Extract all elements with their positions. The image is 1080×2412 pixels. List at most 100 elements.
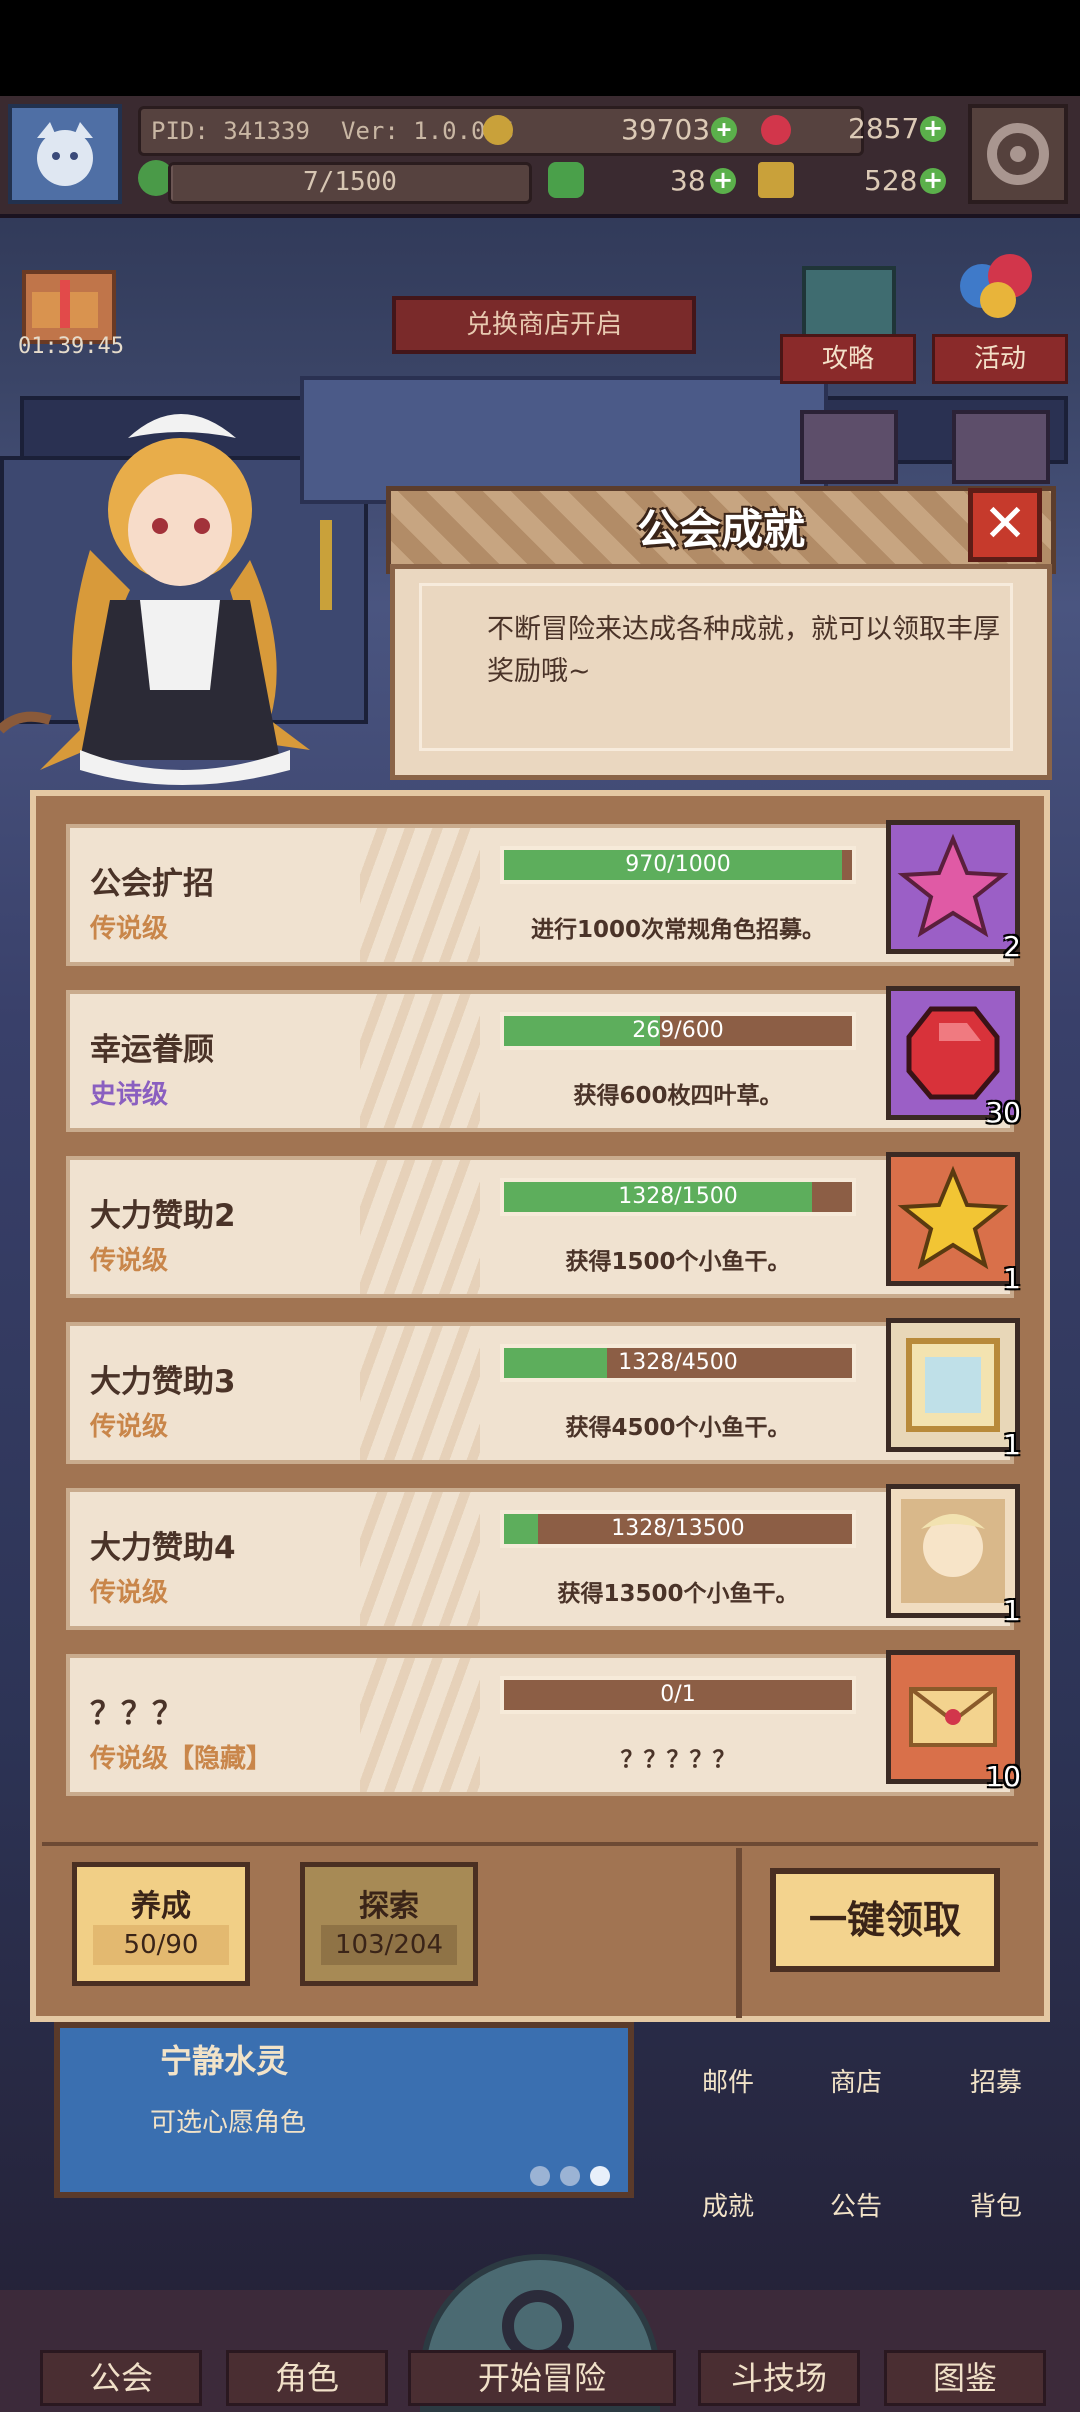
claim-all-button[interactable]: 一键领取 bbox=[770, 1868, 1000, 1972]
progress-text: 269/600 bbox=[632, 1018, 724, 1043]
chevron-decoration bbox=[360, 1326, 480, 1460]
reward-count: 10 bbox=[985, 1760, 1021, 1793]
banner-title: 宁静水灵 bbox=[160, 2042, 289, 2080]
achievement-rank: 传说级【隐藏】 bbox=[90, 1744, 273, 1774]
progress-bar: 0/1 bbox=[500, 1676, 856, 1714]
recruit-banner[interactable]: 宁静水灵 可选心愿角色 bbox=[54, 2022, 634, 2198]
gold-star-icon bbox=[897, 1165, 1009, 1270]
nav-start-adventure[interactable]: 开始冒险 bbox=[408, 2350, 676, 2406]
reward-slot[interactable]: 2 bbox=[886, 820, 1021, 963]
progress-text: 1328/4500 bbox=[618, 1350, 738, 1375]
reward-count: 1 bbox=[1003, 1594, 1021, 1627]
gift-button[interactable] bbox=[22, 270, 116, 344]
reward-slot[interactable]: 1 bbox=[886, 1152, 1021, 1295]
close-icon: ✕ bbox=[983, 494, 1027, 554]
clover-add-button[interactable]: + bbox=[710, 168, 736, 194]
picture-frame-icon bbox=[906, 1338, 1000, 1432]
achievement-description: 获得13500个小鱼干。 bbox=[557, 1581, 799, 1607]
player-id: PID: 341339 bbox=[151, 117, 310, 145]
gem-value: 2857 bbox=[848, 112, 920, 145]
dialog-title-bar: 公会成就 bbox=[386, 486, 1056, 574]
exp-bar: 7/1500 bbox=[168, 162, 532, 204]
achievement-card[interactable]: 大力赞助4 传说级 1328/13500 获得13500个小鱼干。 1 bbox=[66, 1484, 1021, 1630]
player-avatar[interactable] bbox=[8, 104, 122, 204]
chevron-decoration bbox=[360, 1492, 480, 1626]
reward-slot[interactable]: 10 bbox=[886, 1650, 1021, 1793]
achievement-card[interactable]: 大力赞助2 传说级 1328/1500 获得1500个小鱼干。 1 bbox=[66, 1152, 1021, 1298]
pink-star-icon bbox=[897, 833, 1009, 938]
nav-arena[interactable]: 斗技场 bbox=[698, 2350, 860, 2406]
gift-timer: 01:39:45 bbox=[18, 334, 124, 359]
status-bar bbox=[0, 0, 1080, 96]
coin-icon bbox=[483, 115, 513, 145]
side-icon-a[interactable] bbox=[800, 410, 898, 484]
character-portrait-icon bbox=[901, 1499, 1005, 1603]
progress-text: 970/1000 bbox=[625, 852, 731, 877]
achievement-card[interactable]: 大力赞助3 传说级 1328/4500 获得4500个小鱼干。 1 bbox=[66, 1318, 1021, 1464]
top-hud: PID: 341339 Ver: 1.0.0.5 39703 + 2857 + … bbox=[0, 96, 1080, 218]
balloon-icon bbox=[952, 250, 1042, 334]
notice-button[interactable]: 公告 bbox=[830, 2186, 882, 2223]
gem-add-button[interactable]: + bbox=[920, 116, 946, 142]
reward-count: 1 bbox=[1003, 1428, 1021, 1461]
close-button[interactable]: ✕ bbox=[968, 488, 1042, 562]
fish-add-button[interactable]: + bbox=[920, 168, 946, 194]
guide-button[interactable]: 攻略 bbox=[780, 334, 916, 384]
reward-slot[interactable]: 1 bbox=[886, 1484, 1021, 1627]
nav-character[interactable]: 角色 bbox=[226, 2350, 388, 2406]
gem-icon bbox=[761, 115, 791, 145]
chevron-decoration bbox=[360, 1658, 480, 1792]
achievement-name: 大力赞助3 bbox=[90, 1364, 236, 1400]
progress-text: 0/1 bbox=[660, 1682, 696, 1707]
bag-button[interactable]: 背包 bbox=[970, 2186, 1022, 2223]
shop-button[interactable]: 商店 bbox=[830, 2062, 882, 2099]
achievement-card[interactable]: 公会扩招 传说级 970/1000 进行1000次常规角色招募。 2 bbox=[66, 820, 1021, 966]
avatar-icon bbox=[37, 122, 93, 186]
achievement-rank: 传说级 bbox=[90, 1412, 169, 1442]
chevron-decoration bbox=[360, 994, 480, 1128]
reward-count: 30 bbox=[985, 1096, 1021, 1129]
achievement-panel: 公会扩招 传说级 970/1000 进行1000次常规角色招募。 2 幸运眷顾史诗级 269… bbox=[30, 790, 1050, 2022]
achievement-button[interactable]: 成就 bbox=[702, 2186, 754, 2223]
tab-explore[interactable]: 探索 103/204 bbox=[300, 1862, 478, 1986]
achievement-name: 公会扩招 bbox=[90, 866, 214, 902]
achievement-name: 幸运眷顾 bbox=[90, 1032, 214, 1068]
achievement-rank: 史诗级 bbox=[90, 1080, 169, 1110]
tab-value: 50/90 bbox=[93, 1925, 229, 1965]
reward-slot[interactable]: 30 bbox=[886, 986, 1021, 1129]
mail-button[interactable]: 邮件 bbox=[702, 2062, 754, 2099]
achievement-card[interactable]: 幸运眷顾 史诗级 269/600 获得600枚四叶草。 30 bbox=[66, 986, 1021, 1132]
reward-count: 1 bbox=[1003, 1262, 1021, 1295]
maid-character bbox=[0, 390, 380, 790]
nav-guild[interactable]: 公会 bbox=[40, 2350, 202, 2406]
progress-text: 1328/1500 bbox=[618, 1184, 738, 1209]
achievement-description: 获得1500个小鱼干。 bbox=[565, 1249, 791, 1275]
dialog-description: 不断冒险来达成各种成就，就可以领取丰厚奖励哦~ bbox=[487, 614, 1000, 687]
achievement-card[interactable]: ？？？ 传说级【隐藏】 0/1 ？？？？？ 10 bbox=[66, 1650, 1021, 1796]
reward-count: 2 bbox=[1003, 930, 1021, 963]
side-button-grid: 邮件 商店 招募 成就 公告 背包 bbox=[680, 2022, 1080, 2232]
achievement-description: 获得4500个小鱼干。 bbox=[565, 1415, 791, 1441]
gear-icon bbox=[987, 123, 1049, 185]
tab-cultivate[interactable]: 养成 50/90 bbox=[72, 1862, 250, 1986]
settings-button[interactable] bbox=[968, 104, 1068, 204]
achievement-name: ？？？ bbox=[90, 1696, 183, 1732]
nav-codex[interactable]: 图鉴 bbox=[884, 2350, 1046, 2406]
event-button[interactable]: 活动 bbox=[932, 334, 1068, 384]
progress-bar: 1328/1500 bbox=[500, 1178, 856, 1216]
progress-bar: 970/1000 bbox=[500, 846, 856, 884]
reward-slot[interactable]: 1 bbox=[886, 1318, 1021, 1461]
clover-value: 38 bbox=[670, 164, 706, 197]
side-icon-b[interactable] bbox=[952, 410, 1050, 484]
progress-bar: 1328/4500 bbox=[500, 1344, 856, 1382]
gold-value: 39703 bbox=[621, 113, 711, 146]
recruit-button[interactable]: 招募 bbox=[970, 2062, 1022, 2099]
page-dot bbox=[560, 2166, 580, 2186]
clover-icon bbox=[548, 162, 584, 198]
gold-add-button[interactable]: + bbox=[711, 117, 737, 143]
page-dot bbox=[590, 2166, 610, 2186]
divider bbox=[42, 1842, 1038, 1846]
achievement-rank: 传说级 bbox=[90, 1578, 169, 1608]
achievement-rank: 传说级 bbox=[90, 1246, 169, 1276]
exchange-shop-banner[interactable]: 兑换商店开启 bbox=[392, 296, 696, 354]
